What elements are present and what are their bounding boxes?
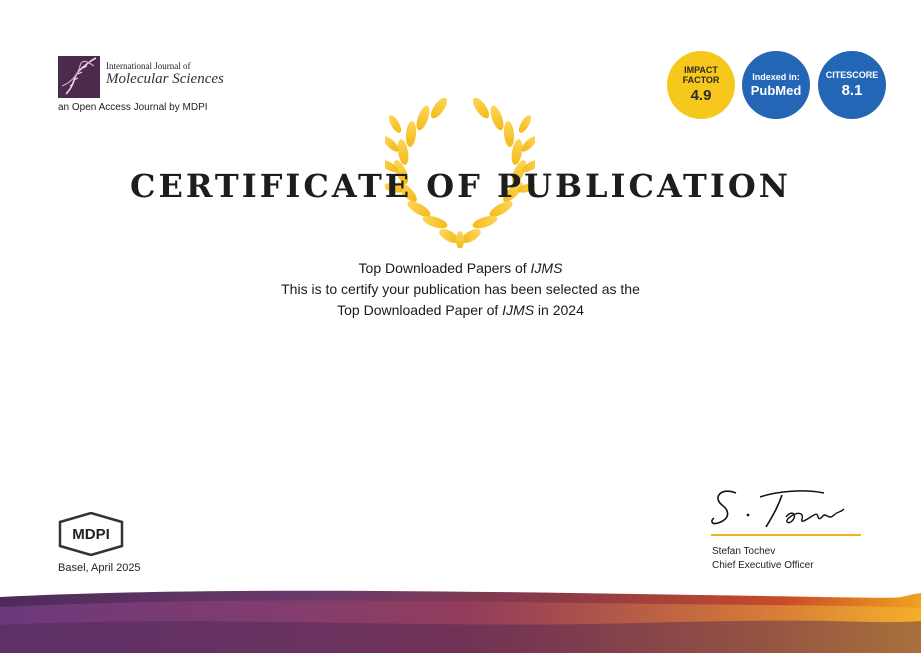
signer-title: Chief Executive Officer <box>712 560 814 571</box>
body-line-2: This is to certify your publication has … <box>281 281 640 297</box>
body-line-1: Top Downloaded Papers of IJMS <box>358 260 563 276</box>
journal-abbrev: IJMS <box>530 260 563 276</box>
journal-abbrev: IJMS <box>502 302 535 318</box>
signer-name: Stefan Tochev <box>712 546 776 557</box>
journal-name-line1: International Journal of <box>106 61 191 71</box>
signature <box>711 490 845 528</box>
citescore-label: CITESCORE <box>825 70 879 80</box>
impact-factor-badge: IMPACT FACTOR 4.9 <box>667 51 735 119</box>
citescore-value: 8.1 <box>841 82 863 99</box>
certificate-body: Top Downloaded Papers of IJMS This is to… <box>0 258 921 321</box>
footer-band <box>0 590 921 653</box>
journal-logo: International Journal of Molecular Scien… <box>58 56 224 98</box>
body-line-3: Top Downloaded Paper of IJMS in 2024 <box>337 302 584 318</box>
pubmed-label: Indexed in: <box>752 72 800 82</box>
pubmed-value: PubMed <box>750 83 802 98</box>
place-date: Basel, April 2025 <box>58 562 141 574</box>
citescore-badge: CITESCORE 8.1 <box>818 51 886 119</box>
mdpi-logo: MDPI <box>58 512 124 556</box>
impact-factor-value: 4.9 <box>690 87 712 104</box>
dna-icon <box>58 56 100 98</box>
journal-tagline: an Open Access Journal by MDPI <box>58 102 208 113</box>
mdpi-logo-text: MDPI <box>72 526 110 543</box>
pubmed-badge: Indexed in: PubMed <box>742 51 810 119</box>
signature-line <box>711 534 861 536</box>
impact-factor-label: IMPACT FACTOR <box>682 65 720 85</box>
journal-name-line2: Molecular Sciences <box>106 71 224 87</box>
certificate-title: CERTIFICATE OF PUBLICATION <box>130 167 791 205</box>
